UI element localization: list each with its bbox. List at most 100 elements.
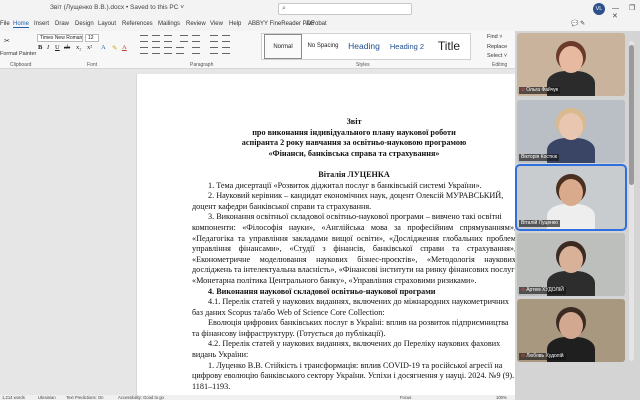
reference-item: 1181–1193. bbox=[192, 381, 231, 391]
tab-mailings[interactable]: Mailings bbox=[158, 21, 180, 27]
style-normal[interactable]: Normal bbox=[264, 34, 302, 59]
video-call-panel: ⊘Ольга Файчук Вікторія Костюк Віталій Луце… bbox=[515, 31, 640, 400]
numbering-icon[interactable] bbox=[152, 35, 160, 42]
format-painter-button[interactable]: Format Painter bbox=[0, 51, 36, 57]
tab-acrobat[interactable]: Acrobat bbox=[306, 21, 327, 27]
text-effects-button[interactable]: A bbox=[101, 44, 106, 51]
participant-name-label: Віталій Луценко bbox=[521, 220, 558, 226]
find-button[interactable]: Find ˅ bbox=[487, 34, 502, 40]
document-title[interactable]: Звіт (Лущенко В.В.).docx • Saved to this… bbox=[50, 4, 184, 11]
accessibility-status[interactable]: Accessibility: Good to go bbox=[118, 395, 164, 400]
tab-abbyy[interactable]: ABBYY FineReader PDF bbox=[248, 21, 315, 27]
word-count[interactable]: 1,214 words bbox=[2, 395, 25, 400]
bold-button[interactable]: B bbox=[38, 44, 42, 51]
avatar[interactable]: VL bbox=[593, 3, 605, 15]
style-no-spacing[interactable]: No Spacing bbox=[304, 34, 342, 59]
line-spacing-icon[interactable] bbox=[192, 47, 200, 54]
language-indicator[interactable]: Ukrainian bbox=[38, 395, 56, 400]
italic-button[interactable]: I bbox=[47, 44, 49, 51]
align-right-icon[interactable] bbox=[164, 47, 172, 54]
multilevel-list-icon[interactable] bbox=[164, 35, 172, 42]
report-author: Віталія ЛУЦЕНКА bbox=[318, 169, 390, 179]
participant-name: Вікторія Костюк bbox=[519, 154, 560, 161]
tab-draw[interactable]: Draw bbox=[55, 21, 69, 27]
participant-face bbox=[559, 179, 583, 206]
style-heading-2[interactable]: Heading 2 bbox=[386, 34, 428, 59]
tab-insert[interactable]: Insert bbox=[34, 21, 49, 27]
strikethrough-button[interactable]: ab bbox=[64, 44, 70, 51]
font-name-select[interactable]: Times New Roman bbox=[37, 34, 83, 42]
increase-indent-icon[interactable] bbox=[192, 35, 200, 42]
participant-tile[interactable]: ⊘Артем ХУДОЛІЙ bbox=[517, 233, 625, 296]
justify-icon[interactable] bbox=[176, 47, 184, 54]
focus-button[interactable]: Focus bbox=[400, 395, 411, 400]
paragraph: 3. Виконання освітньої складової освітнь… bbox=[208, 212, 502, 222]
participant-face bbox=[559, 312, 583, 339]
participant-tile[interactable]: ⊘Ольга Файчук bbox=[517, 33, 625, 96]
tab-home[interactable]: Home bbox=[13, 21, 30, 28]
tab-view[interactable]: View bbox=[210, 21, 223, 27]
tab-design[interactable]: Design bbox=[75, 21, 94, 27]
paragraph: «Педагогіка та управління закладами вищо… bbox=[192, 233, 515, 243]
scrollbar-thumb[interactable] bbox=[629, 45, 634, 185]
select-button[interactable]: Select ˅ bbox=[487, 53, 507, 59]
align-left-icon[interactable] bbox=[140, 47, 148, 54]
reference-item: цифрову еволюцію банківського сектору Ук… bbox=[192, 371, 515, 381]
tab-references[interactable]: References bbox=[122, 21, 153, 27]
zoom-level[interactable]: 100% bbox=[496, 395, 507, 400]
participant-face bbox=[559, 113, 583, 140]
paragraph: Еволюція цифрових банківських послуг в У… bbox=[208, 318, 509, 328]
superscript-button[interactable]: x² bbox=[87, 44, 92, 51]
paragraph: баз даних Scopus та/або Web of Science C… bbox=[192, 307, 385, 317]
document-area[interactable]: Звіт про виконання індивідуального плану… bbox=[0, 69, 515, 395]
shading-icon[interactable] bbox=[210, 47, 218, 54]
replace-button[interactable]: Replace bbox=[487, 44, 507, 50]
font-size-select[interactable]: 12 bbox=[85, 34, 99, 42]
participant-name: ⊘Ольга Файчук bbox=[519, 87, 561, 94]
participant-name-label: Артем ХУДОЛІЙ bbox=[526, 287, 564, 293]
paragraph: та фінансову інфраструктуру. (Готується … bbox=[192, 328, 386, 338]
group-label-clipboard: Clipboard bbox=[10, 62, 32, 68]
mic-muted-icon: ⊘ bbox=[521, 87, 526, 93]
title-bar: Звіт (Лущенко В.В.).docx • Saved to this… bbox=[0, 0, 640, 20]
style-heading[interactable]: Heading bbox=[344, 34, 384, 59]
subscript-button[interactable]: x₂ bbox=[76, 44, 82, 51]
participant-tile[interactable]: Віталій Луценко bbox=[515, 164, 627, 231]
show-marks-icon[interactable] bbox=[222, 35, 230, 42]
participant-name-label: Ольга Файчук bbox=[526, 87, 559, 93]
report-subtitle-line: аспіранта 2 року навчання за освітньо-на… bbox=[241, 138, 467, 148]
participants-scrollbar[interactable] bbox=[629, 41, 634, 361]
bullets-icon[interactable] bbox=[140, 35, 148, 42]
style-title[interactable]: Title bbox=[430, 34, 468, 59]
paragraph: досліджень та інтелектуальна власність»,… bbox=[192, 265, 515, 275]
participant-tile[interactable]: Вікторія Костюк bbox=[517, 100, 625, 163]
align-center-icon[interactable] bbox=[152, 47, 160, 54]
report-subtitle-line: «Фінанси, банківська справа та страхуван… bbox=[268, 148, 440, 158]
comments-button[interactable]: 💬 ✎ bbox=[571, 20, 585, 27]
styles-gallery: Normal No Spacing Heading Heading 2 Titl… bbox=[261, 33, 471, 60]
text-predictions-status[interactable]: Text Predictions: On bbox=[66, 395, 103, 400]
paragraph: компоненти: «Філософія науки», «Англійсь… bbox=[192, 222, 515, 232]
participant-tile[interactable]: ⊘Любовь Худолій bbox=[517, 299, 625, 362]
search-input[interactable]: ⌕ bbox=[278, 3, 412, 15]
tab-help[interactable]: Help bbox=[229, 21, 241, 27]
borders-icon[interactable] bbox=[222, 47, 230, 54]
tab-layout[interactable]: Layout bbox=[98, 21, 116, 27]
participant-name: Віталій Луценко bbox=[519, 220, 560, 227]
tab-file[interactable]: File bbox=[0, 21, 10, 27]
paragraph: управління фінансами», «Студії з фінансі… bbox=[192, 244, 515, 254]
sort-icon[interactable] bbox=[210, 35, 218, 42]
participant-name: ⊘Любовь Худолій bbox=[519, 353, 566, 360]
cut-icon[interactable]: ✂ bbox=[4, 37, 10, 45]
document-page[interactable]: Звіт про виконання індивідуального плану… bbox=[136, 74, 515, 395]
highlight-button[interactable]: ✎ bbox=[112, 44, 117, 52]
decrease-indent-icon[interactable] bbox=[180, 35, 188, 42]
window-controls[interactable]: — ❐ ✕ bbox=[612, 4, 640, 20]
document-body[interactable]: Звіт про виконання індивідуального плану… bbox=[192, 117, 515, 392]
font-color-button[interactable]: A bbox=[122, 44, 127, 51]
participant-name-label: Любовь Худолій bbox=[526, 353, 564, 359]
tab-review[interactable]: Review bbox=[186, 21, 206, 27]
paragraph: доцент кафедри банківської справи та стр… bbox=[192, 201, 372, 211]
participant-face bbox=[559, 246, 583, 273]
underline-button[interactable]: U bbox=[55, 44, 60, 51]
